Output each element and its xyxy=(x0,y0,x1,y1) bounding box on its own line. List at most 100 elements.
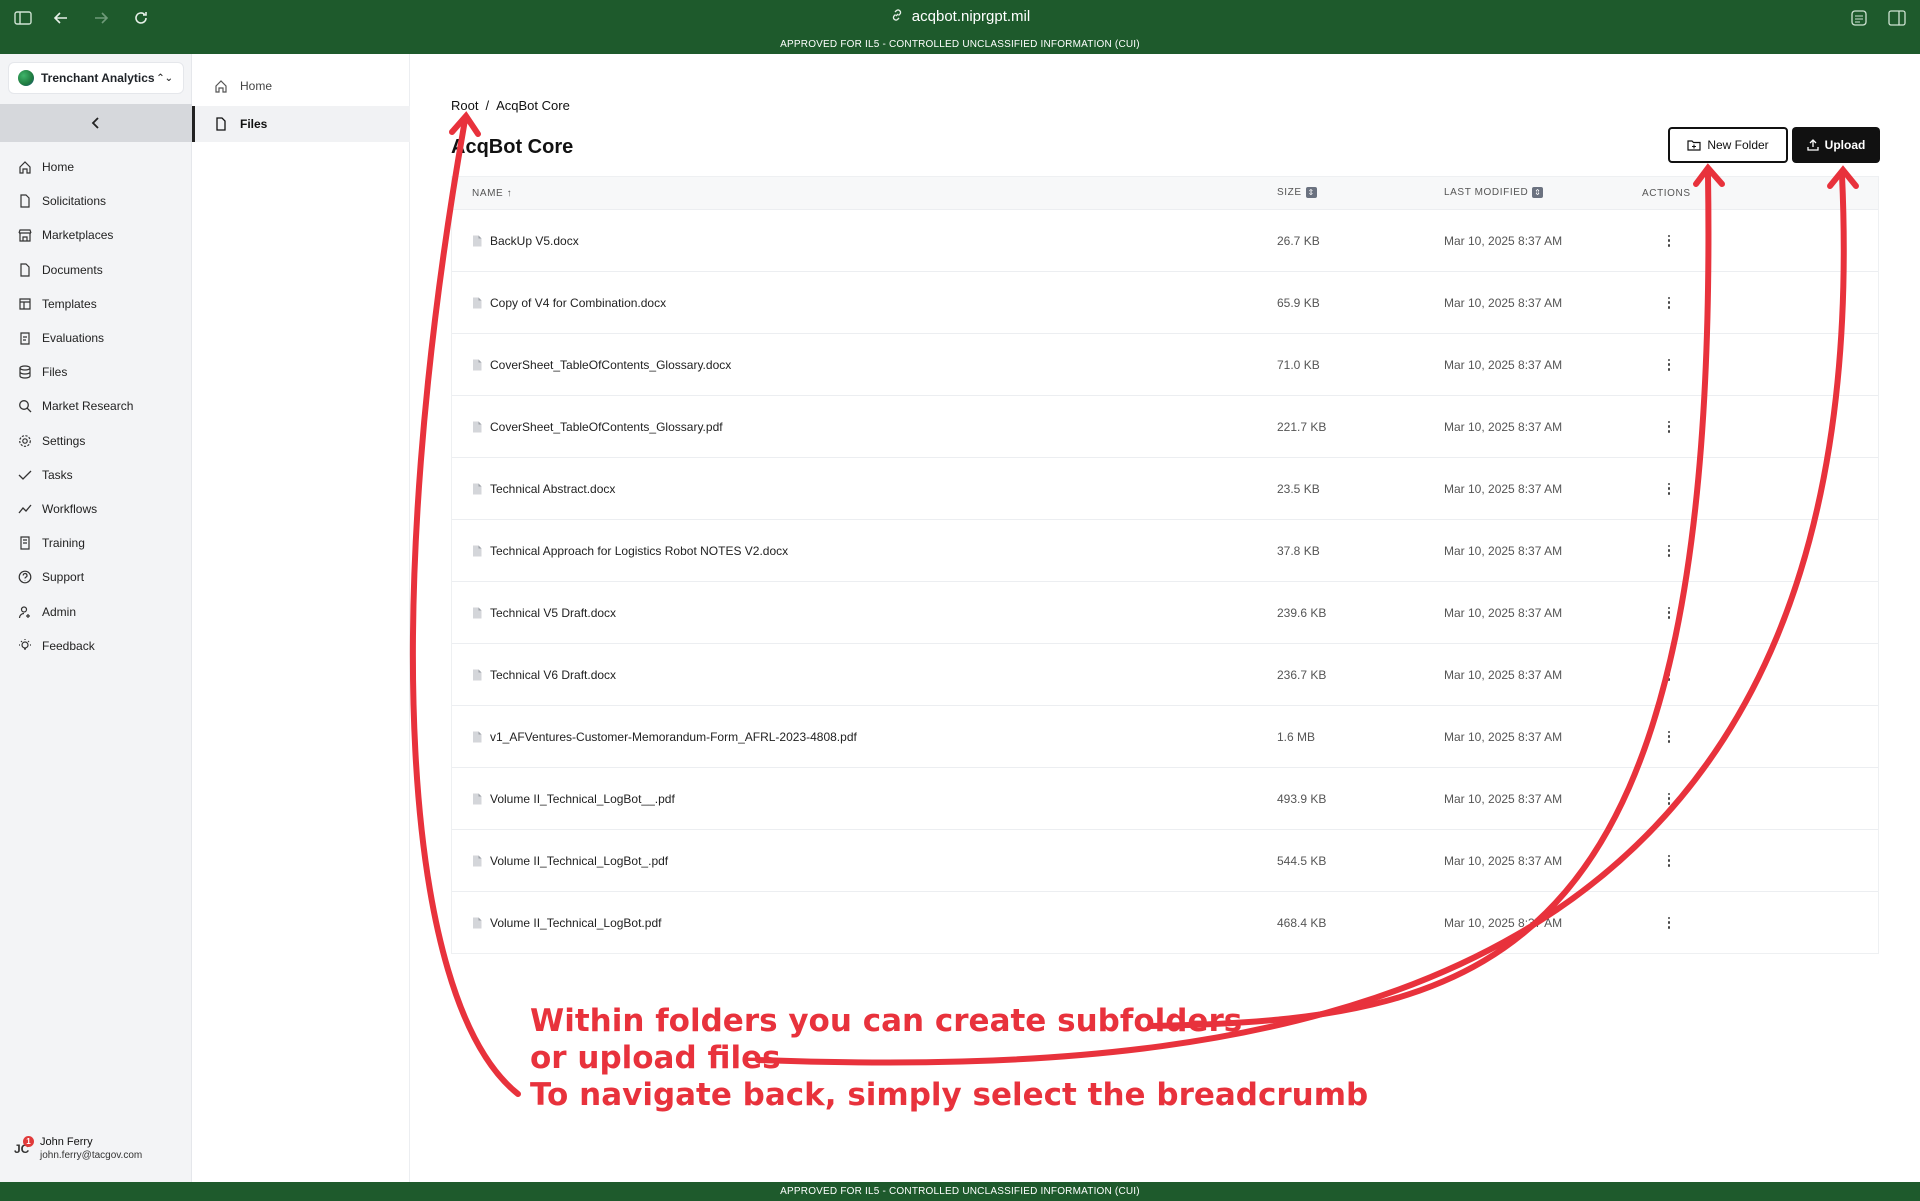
home-icon xyxy=(214,79,228,93)
table-row[interactable]: CoverSheet_TableOfContents_Glossary.docx… xyxy=(452,333,1878,395)
row-actions-button[interactable] xyxy=(1662,916,1676,930)
upload-icon xyxy=(1807,139,1819,151)
document-icon xyxy=(18,263,32,277)
table-row[interactable]: v1_AFVentures-Customer-Memorandum-Form_A… xyxy=(452,705,1878,767)
table-row[interactable]: Technical Abstract.docx 23.5 KB Mar 10, 20… xyxy=(452,457,1878,519)
table-row[interactable]: Volume II_Technical_LogBot.pdf 468.4 KB Ma… xyxy=(452,891,1878,953)
clipboard-icon xyxy=(18,331,32,345)
file-name-cell[interactable]: Technical Approach for Logistics Robot N… xyxy=(472,544,788,558)
row-actions-button[interactable] xyxy=(1662,296,1676,310)
file-name-cell[interactable]: Volume II_Technical_LogBot__.pdf xyxy=(472,792,675,806)
file-modified: Mar 10, 2025 8:37 AM xyxy=(1444,853,1563,868)
sidebar-item-label: Templates xyxy=(42,296,97,311)
sidebar-item-documents[interactable]: Documents xyxy=(0,253,192,287)
sidebar-item-settings[interactable]: Settings xyxy=(0,424,192,458)
org-switcher[interactable]: Trenchant Analytics ⌃⌄ xyxy=(8,62,184,94)
book-icon xyxy=(18,536,32,550)
sidebar-item-market-research[interactable]: Market Research xyxy=(0,389,192,423)
more-vertical-icon xyxy=(1662,420,1676,434)
column-size[interactable]: SIZE ⇕ xyxy=(1277,187,1317,199)
template-icon xyxy=(18,297,32,311)
new-folder-button[interactable]: New Folder xyxy=(1668,127,1788,163)
file-name: Technical V5 Draft.docx xyxy=(490,605,617,620)
sidebar-item-solicitations[interactable]: Solicitations xyxy=(0,184,192,218)
file-name-cell[interactable]: Technical V5 Draft.docx xyxy=(472,606,616,620)
more-vertical-icon xyxy=(1662,730,1676,744)
file-name-cell[interactable]: Volume II_Technical_LogBot_.pdf xyxy=(472,854,668,868)
user-profile[interactable]: JC 1 John Ferry john.ferry@tacgov.com xyxy=(14,1136,142,1162)
sidebar-item-marketplaces[interactable]: Marketplaces xyxy=(0,218,192,252)
search-icon xyxy=(18,399,32,413)
sidebar-item-tasks[interactable]: Tasks xyxy=(0,458,192,492)
row-actions-button[interactable] xyxy=(1662,234,1676,248)
row-actions-button[interactable] xyxy=(1662,730,1676,744)
subnav-item-files[interactable]: Files xyxy=(192,106,410,142)
file-name-cell[interactable]: Volume II_Technical_LogBot.pdf xyxy=(472,916,661,930)
file-name-cell[interactable]: Technical Abstract.docx xyxy=(472,482,615,496)
upload-label: Upload xyxy=(1824,138,1866,152)
table-row[interactable]: Volume II_Technical_LogBot_.pdf 544.5 KB M… xyxy=(452,829,1878,891)
table-row[interactable]: BackUp V5.docx 26.7 KB Mar 10, 2025 8:37 A… xyxy=(452,209,1878,271)
document-icon xyxy=(18,194,32,208)
column-last-modified[interactable]: LAST MODIFIED ⇕ xyxy=(1444,187,1544,199)
sidebar-item-admin[interactable]: Admin xyxy=(0,594,192,628)
file-name-cell[interactable]: Technical V6 Draft.docx xyxy=(472,668,616,682)
address-bar[interactable]: acqbot.niprgpt.mil xyxy=(0,8,1920,26)
row-actions-button[interactable] xyxy=(1662,854,1676,868)
sidebar-item-training[interactable]: Training xyxy=(0,526,192,560)
file-name-cell[interactable]: BackUp V5.docx xyxy=(472,234,579,248)
file-name-cell[interactable]: CoverSheet_TableOfContents_Glossary.pdf xyxy=(472,420,723,434)
row-actions-button[interactable] xyxy=(1662,668,1676,682)
file-name: Volume II_Technical_LogBot_.pdf xyxy=(490,853,669,868)
upload-button[interactable]: Upload xyxy=(1792,127,1880,163)
sidebar-item-templates[interactable]: Templates xyxy=(0,287,192,321)
globe-icon xyxy=(18,70,34,86)
file-modified: Mar 10, 2025 8:37 AM xyxy=(1444,357,1563,372)
sidebar-item-feedback[interactable]: Feedback xyxy=(0,629,192,663)
row-actions-button[interactable] xyxy=(1662,358,1676,372)
file-name: BackUp V5.docx xyxy=(490,233,579,248)
split-view-icon[interactable] xyxy=(1886,8,1908,28)
sidebar-item-workflows[interactable]: Workflows xyxy=(0,492,192,526)
file-size: 37.8 KB xyxy=(1277,543,1320,558)
file-icon xyxy=(473,483,482,494)
file-modified: Mar 10, 2025 8:37 AM xyxy=(1444,481,1563,496)
table-row[interactable]: Volume II_Technical_LogBot__.pdf 493.9 KB… xyxy=(452,767,1878,829)
row-actions-button[interactable] xyxy=(1662,420,1676,434)
table-row[interactable]: Technical Approach for Logistics Robot N… xyxy=(452,519,1878,581)
table-row[interactable]: Copy of V4 for Combination.docx 65.9 KB Ma… xyxy=(452,271,1878,333)
sidebar-item-label: Solicitations xyxy=(42,194,107,209)
column-name[interactable]: NAME ↑ xyxy=(472,188,512,199)
column-size-label: SIZE xyxy=(1277,187,1302,199)
more-vertical-icon xyxy=(1662,916,1676,930)
column-modified-label: LAST MODIFIED xyxy=(1444,187,1529,199)
file-name-cell[interactable]: v1_AFVentures-Customer-Memorandum-Form_A… xyxy=(472,730,857,744)
file-name-cell[interactable]: Copy of V4 for Combination.docx xyxy=(472,296,666,310)
row-actions-button[interactable] xyxy=(1662,792,1676,806)
file-icon xyxy=(473,235,482,246)
page-title: AcqBot Core xyxy=(451,136,574,158)
more-vertical-icon xyxy=(1662,792,1676,806)
file-size: 71.0 KB xyxy=(1277,357,1320,372)
user-name: John Ferry xyxy=(40,1136,93,1148)
table-row[interactable]: Technical V5 Draft.docx 239.6 KB Mar 10, 2… xyxy=(452,581,1878,643)
row-actions-button[interactable] xyxy=(1662,606,1676,620)
file-size: 221.7 KB xyxy=(1277,419,1327,434)
sidebar-item-support[interactable]: Support xyxy=(0,560,192,594)
table-row[interactable]: CoverSheet_TableOfContents_Glossary.pdf 2… xyxy=(452,395,1878,457)
row-actions-button[interactable] xyxy=(1662,544,1676,558)
sidebar-item-home[interactable]: Home xyxy=(0,150,192,184)
file-size: 468.4 KB xyxy=(1277,915,1327,930)
collapse-sidebar-button[interactable] xyxy=(0,104,192,142)
sidebar-item-evaluations[interactable]: Evaluations xyxy=(0,321,192,355)
file-name-cell[interactable]: CoverSheet_TableOfContents_Glossary.docx xyxy=(472,358,731,372)
subnav-item-home[interactable]: Home xyxy=(192,68,410,104)
sidebar-item-files[interactable]: Files xyxy=(0,355,192,389)
file-name: CoverSheet_TableOfContents_Glossary.docx xyxy=(490,357,732,372)
file-name: Technical V6 Draft.docx xyxy=(490,667,617,682)
row-actions-button[interactable] xyxy=(1662,482,1676,496)
table-row[interactable]: Technical V6 Draft.docx 236.7 KB Mar 10, 2… xyxy=(452,643,1878,705)
reader-icon[interactable] xyxy=(1848,8,1870,28)
sidebar: Trenchant Analytics ⌃⌄ Home Solicitation… xyxy=(0,54,192,1182)
breadcrumb-root[interactable]: Root xyxy=(451,98,478,113)
